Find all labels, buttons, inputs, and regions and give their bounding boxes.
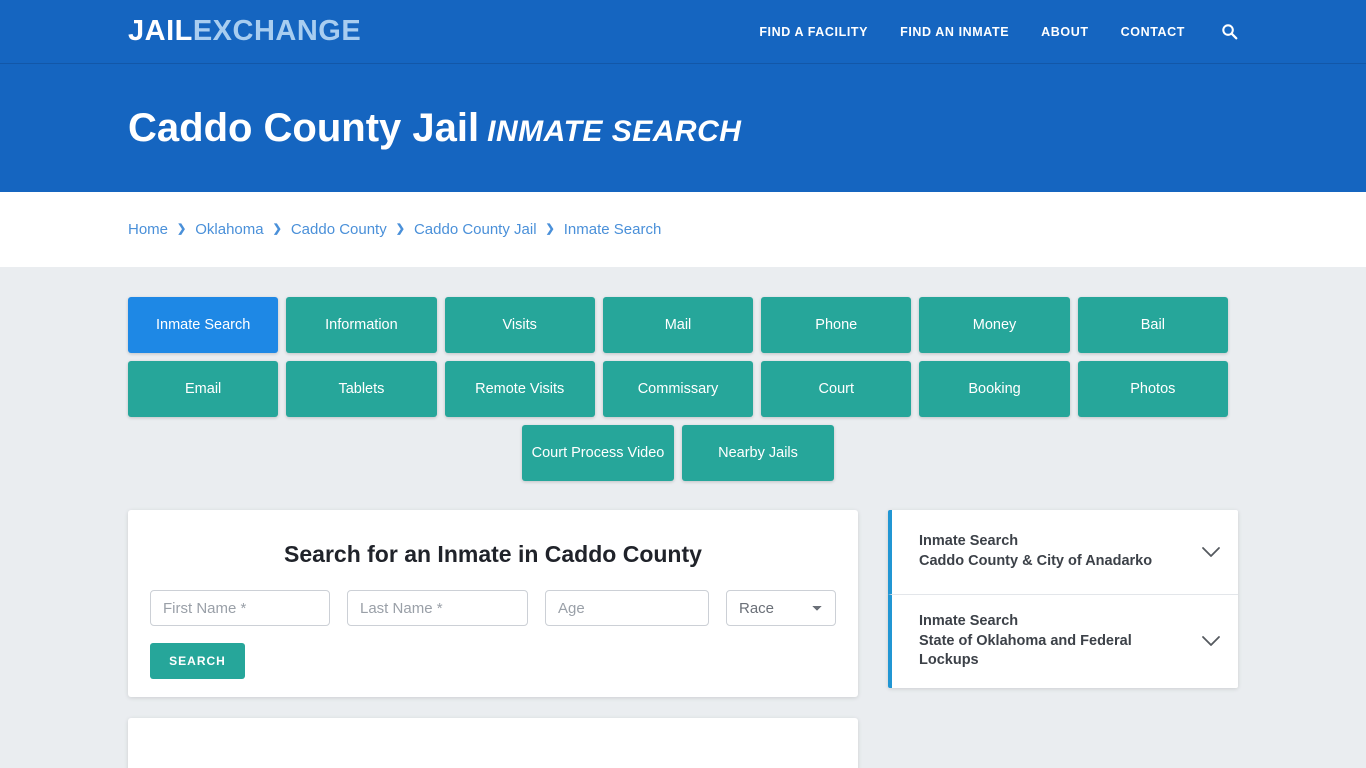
race-select[interactable]: Race [726, 590, 836, 626]
breadcrumb-item-caddo-county[interactable]: Caddo County [291, 221, 387, 238]
tab-information[interactable]: Information [286, 297, 437, 353]
tab-court[interactable]: Court [761, 361, 912, 417]
results-card [128, 718, 858, 768]
breadcrumb-item-caddo-county-jail[interactable]: Caddo County Jail [414, 221, 537, 238]
tab-bail[interactable]: Bail [1077, 297, 1228, 353]
accordion-item-subtitle: State of Oklahoma and Federal Lockups [919, 632, 1132, 669]
tab-commissary[interactable]: Commissary [602, 361, 754, 417]
tab-email[interactable]: Email [128, 361, 279, 417]
tab-mail[interactable]: Mail [602, 297, 754, 353]
inmate-search-card: Search for an Inmate in Caddo County Rac… [128, 510, 858, 697]
tab-court-process-video[interactable]: Court Process Video [522, 425, 674, 481]
tab-row-1: Inmate Search Information Visits Mail Ph… [128, 297, 1228, 353]
page-hero: Caddo County Jail INMATE SEARCH [0, 64, 1366, 192]
age-input[interactable] [545, 590, 709, 626]
first-name-input[interactable] [150, 590, 330, 626]
nav-item-contact[interactable]: CONTACT [1121, 25, 1185, 39]
tab-phone[interactable]: Phone [761, 297, 912, 353]
tab-remote-visits[interactable]: Remote Visits [444, 361, 595, 417]
tab-nearby-jails[interactable]: Nearby Jails [682, 425, 834, 481]
nav-item-find-a-facility[interactable]: FIND A FACILITY [759, 25, 868, 39]
accordion-item-title: Inmate Search [919, 613, 1019, 629]
breadcrumb-item-inmate-search: Inmate Search [563, 221, 662, 238]
search-form-row: Race [150, 590, 836, 626]
accordion-item-text: Inmate Search Caddo County & City of Ana… [919, 532, 1190, 571]
tab-inmate-search[interactable]: Inmate Search [128, 297, 279, 353]
breadcrumb-item-home[interactable]: Home [128, 221, 168, 238]
main-navigation: FIND A FACILITY FIND AN INMATE ABOUT CON… [759, 23, 1238, 40]
site-header: JAILEXCHANGE FIND A FACILITY FIND AN INM… [0, 0, 1366, 64]
tab-row-3: Court Process Video Nearby Jails [128, 425, 1228, 481]
page-title: Caddo County Jail INMATE SEARCH [128, 108, 741, 148]
breadcrumb-band: Home ❯ Oklahoma ❯ Caddo County ❯ Caddo C… [0, 192, 1366, 267]
search-button[interactable]: SEARCH [150, 643, 245, 679]
breadcrumb-separator-icon: ❯ [272, 223, 282, 235]
search-card-heading: Search for an Inmate in Caddo County [284, 541, 702, 567]
breadcrumb: Home ❯ Oklahoma ❯ Caddo County ❯ Caddo C… [128, 221, 661, 238]
accordion-item-title: Inmate Search [919, 533, 1019, 550]
page-content: Inmate Search Information Visits Mail Ph… [0, 267, 1366, 768]
tab-tablets[interactable]: Tablets [286, 361, 437, 417]
nav-item-about[interactable]: ABOUT [1041, 25, 1088, 39]
facility-tab-grid: Inmate Search Information Visits Mail Ph… [128, 267, 1228, 481]
inmate-search-accordion: Inmate Search Caddo County & City of Ana… [888, 510, 1238, 688]
right-column: Inmate Search Caddo County & City of Ana… [888, 510, 1238, 688]
breadcrumb-item-oklahoma[interactable]: Oklahoma [195, 221, 263, 238]
breadcrumb-separator-icon: ❯ [395, 223, 405, 235]
accordion-item-text: Inmate Search State of Oklahoma and Fede… [919, 612, 1190, 671]
page-title-main: Caddo County Jail [128, 106, 480, 150]
tab-visits[interactable]: Visits [444, 297, 595, 353]
left-column: Search for an Inmate in Caddo County Rac… [128, 510, 858, 768]
breadcrumb-separator-icon: ❯ [545, 223, 555, 235]
tab-booking[interactable]: Booking [919, 361, 1070, 417]
nav-item-find-an-inmate[interactable]: FIND AN INMATE [900, 25, 1009, 39]
chevron-down-icon[interactable] [1200, 541, 1222, 563]
logo-text-secondary: EXCHANGE [192, 15, 362, 47]
last-name-input[interactable] [347, 590, 528, 626]
breadcrumb-separator-icon: ❯ [177, 223, 187, 235]
search-icon[interactable] [1221, 23, 1238, 40]
accordion-item-state-of-oklahoma[interactable]: Inmate Search State of Oklahoma and Fede… [888, 595, 1238, 688]
tab-money[interactable]: Money [919, 297, 1070, 353]
tab-row-2: Email Tablets Remote Visits Commissary C… [128, 361, 1228, 417]
site-logo[interactable]: JAILEXCHANGE [128, 17, 361, 46]
page-title-sub: INMATE SEARCH [487, 115, 742, 148]
chevron-down-icon[interactable] [1200, 630, 1222, 652]
logo-text-primary: JAIL [128, 15, 193, 47]
accordion-item-caddo-county[interactable]: Inmate Search Caddo County & City of Ana… [888, 510, 1238, 595]
tab-photos[interactable]: Photos [1077, 361, 1228, 417]
accordion-item-subtitle: Caddo County & City of Anadarko [919, 553, 1153, 569]
main-area: Search for an Inmate in Caddo County Rac… [128, 481, 1238, 768]
